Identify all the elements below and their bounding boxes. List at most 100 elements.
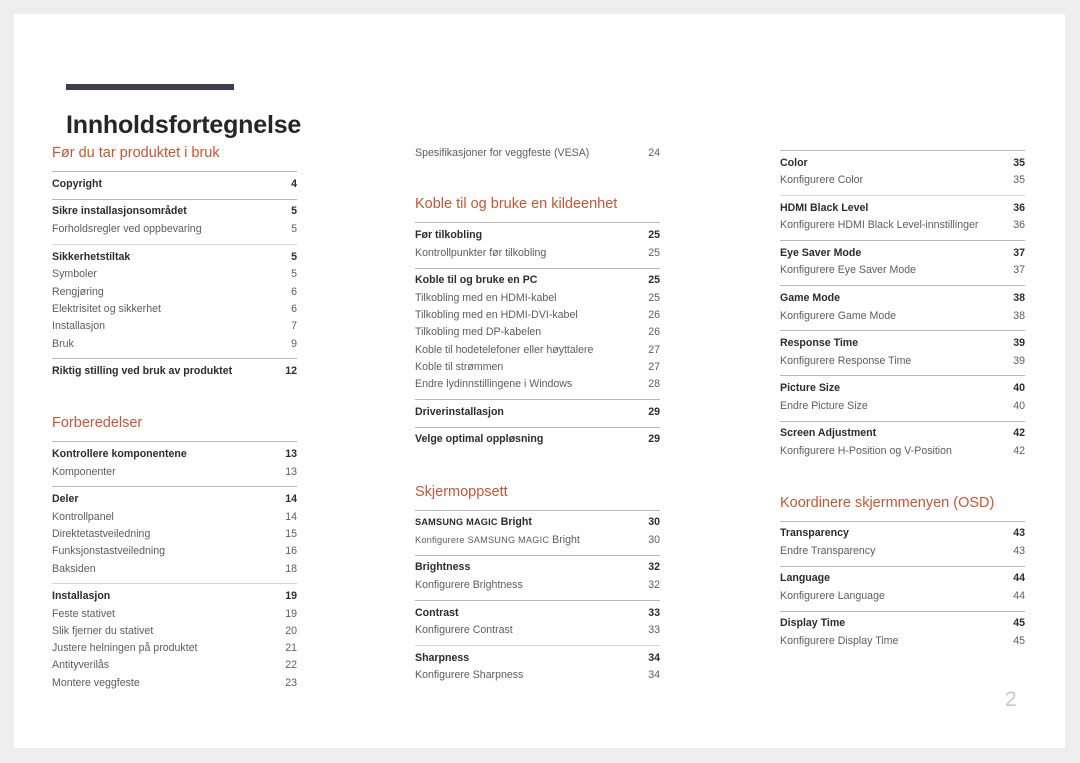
toc-entry-page: 33 [648,606,660,619]
toc-entry-sub[interactable]: Endre Picture Size 40 [780,397,1025,414]
toc-entry-main[interactable]: Driverinstallasjon 29 [415,403,660,421]
toc-entry-main[interactable]: Display Time 45 [780,615,1025,633]
toc-entry-main[interactable]: Riktig stilling ved bruk av produktet 12 [52,362,297,380]
toc-section-heading: Skjermoppsett [415,483,508,500]
toc-entry-main[interactable]: Velge optimal oppløsning 29 [415,431,660,449]
toc-entry-label: Sharpness [415,651,470,664]
toc-entry-sub[interactable]: Elektrisitet og sikkerhet 6 [52,300,297,317]
toc-entry-sub[interactable]: Kontrollpanel 14 [52,508,297,525]
toc-entry-sub[interactable]: Komponenter 13 [52,463,297,480]
toc-entry-main[interactable]: Color 35 [780,154,1025,172]
toc-entry-sub[interactable]: Konfigurere Color 35 [780,172,1025,189]
toc-entry-page: 27 [648,343,660,356]
toc-entry-label: Tilkobling med en HDMI-DVI-kabel [415,309,578,322]
toc-entry-sub[interactable]: Justere helningen på produktet 21 [52,640,297,657]
toc-group: Screen Adjustment 42 Konfigurere H-Positio… [780,420,1025,460]
toc-group: Driverinstallasjon 29 [415,399,660,421]
toc-entry-label: Spesifikasjoner for veggfeste (VESA) [415,146,590,159]
toc-entry-main[interactable]: Eye Saver Mode 37 [780,244,1025,262]
toc-entry-page: 37 [1013,264,1025,277]
toc-entry-sub[interactable]: Konfigurere Response Time 39 [780,352,1025,369]
toc-entry-label: Montere veggfeste [52,676,140,689]
toc-entry-sub[interactable]: Tilkobling med DP-kabelen 26 [415,324,660,341]
toc-entry-main[interactable]: Response Time 39 [780,334,1025,352]
toc-entry-sub[interactable]: Tilkobling med en HDMI-DVI-kabel 26 [415,307,660,324]
toc-entry-sub[interactable]: Konfigurere SAMSUNG MAGIC Bright 30 [415,532,660,549]
toc-entry-page: 6 [291,285,297,298]
toc-entry-sub[interactable]: Konfigurere Brightness 32 [415,577,660,594]
toc-entry-main[interactable]: Language 44 [780,570,1025,588]
toc-entry-main[interactable]: Sharpness 34 [415,649,660,667]
toc-entry-main[interactable]: Kontrollere komponentene 13 [52,445,297,463]
toc-entry-sub[interactable]: Konfigurere H-Position og V-Position 42 [780,442,1025,459]
toc-entry-page: 27 [648,361,660,373]
toc-entry-main[interactable]: SAMSUNG MAGIC Bright 30 [415,514,660,532]
toc-entry-main[interactable]: Copyright 4 [52,175,297,193]
toc-entry-sub[interactable]: Slik fjerner du stativet 20 [52,622,297,639]
toc-entry-label: Kontrollere komponentene [52,447,187,460]
toc-column-3: Color 35 Konfigurere Color 35 HDMI Black Lev… [780,144,1025,650]
toc-entry-sub[interactable]: Bruk 9 [52,335,297,352]
toc-entry-sub[interactable]: Endre lydinnstillingene i Windows 28 [415,376,660,393]
toc-entry-label: Riktig stilling ved bruk av produktet [52,364,233,377]
toc-entry-sub[interactable]: Konfigurere Sharpness 34 [415,667,660,684]
toc-entry-main[interactable]: Transparency 43 [780,525,1025,543]
toc-entry-main[interactable]: Før tilkobling 25 [415,226,660,244]
toc-group: Sikkerhetstiltak 5 Symboler 5 Rengjøring 6 Ele… [52,244,297,352]
toc-entry-sub[interactable]: Rengjøring 6 [52,283,297,300]
toc-entry-page: 38 [1013,291,1025,304]
toc-entry-sub[interactable]: Konfigurere HDMI Black Level-innstilling… [780,217,1025,234]
toc-entry-main[interactable]: Sikkerhetstiltak 5 [52,248,297,266]
toc-entry-sub[interactable]: Konfigurere Display Time 45 [780,633,1025,650]
toc-entry-sub[interactable]: Feste stativet 19 [52,605,297,622]
toc-entry-main[interactable]: Screen Adjustment 42 [780,425,1025,443]
toc-entry-main[interactable]: HDMI Black Level 36 [780,199,1025,217]
toc-group: Deler 14 Kontrollpanel 14 Direktetastveiledn… [52,486,297,577]
toc-entry-page: 29 [648,405,660,418]
toc-entry-sub[interactable]: Tilkobling med en HDMI-kabel 25 [415,289,660,306]
toc-entry-main[interactable]: Picture Size 40 [780,379,1025,397]
toc-entry-page: 35 [1013,174,1025,187]
toc-entry-page: 40 [1013,381,1025,394]
toc-entry-page: 43 [1013,545,1025,558]
toc-entry-page: 19 [285,589,297,602]
toc-entry-label: Koble til og bruke en PC [415,274,538,287]
toc-entry-page: 25 [648,274,660,287]
toc-entry-main[interactable]: Sikre installasjonsområdet 5 [52,203,297,221]
toc-entry-sub[interactable]: Montere veggfeste 23 [52,674,297,691]
toc-entry-sub[interactable]: Symboler 5 [52,266,297,283]
toc-entry-main[interactable]: Brightness 32 [415,559,660,577]
toc-entry-sub[interactable]: Installasjon 7 [52,318,297,335]
toc-entry-sub[interactable]: Konfigurere Game Mode 38 [780,307,1025,324]
toc-entry-sub[interactable]: Baksiden 18 [52,560,297,577]
toc-entry-main[interactable]: Installasjon 19 [52,587,297,605]
toc-entry-sub[interactable]: Funksjonstastveiledning 16 [52,543,297,560]
toc-entry-sub[interactable]: Koble til strømmen 27 [415,359,660,376]
toc-entry-label: Konfigurere Language [780,590,885,603]
toc-entry-sub[interactable]: Koble til hodetelefoner eller høyttalere… [415,341,660,358]
toc-entry-page: 20 [285,624,297,637]
toc-column-2: Spesifikasjoner for veggfeste (VESA) 24 Ko… [415,144,660,684]
toc-entry-sub[interactable]: Konfigurere Language 44 [780,588,1025,605]
toc-entry-label: Konfigurere Response Time [780,354,912,367]
toc-entry-sub[interactable]: Direktetastveiledning 15 [52,525,297,542]
toc-entry-sub[interactable]: Endre Transparency 43 [780,543,1025,560]
toc-entry-main[interactable]: Game Mode 38 [780,289,1025,307]
toc-entry-sub[interactable]: Forholdsregler ved oppbevaring 5 [52,221,297,238]
toc-entry-label: Konfigurere Sharpness [415,669,524,682]
toc-entry-main[interactable]: Koble til og bruke en PC 25 [415,272,660,290]
toc-entry-main[interactable]: Contrast 33 [415,604,660,622]
toc-entry-page: 44 [1013,572,1025,585]
toc-section-heading: Koble til og bruke en kildeenhet [415,196,618,213]
toc-entry-sub[interactable]: Spesifikasjoner for veggfeste (VESA) 24 [415,144,660,161]
toc-entry-label: Forholdsregler ved oppbevaring [52,223,202,236]
toc-entry-sub[interactable]: Antityverilås 22 [52,657,297,674]
toc-entry-sub[interactable]: Konfigurere Contrast 33 [415,622,660,639]
toc-entry-sub[interactable]: Kontrollpunkter før tilkobling 25 [415,244,660,261]
toc-entry-page: 14 [285,492,297,505]
toc-entry-label: Picture Size [780,381,841,394]
toc-entry-sub[interactable]: Konfigurere Eye Saver Mode 37 [780,262,1025,279]
toc-entry-main[interactable]: Deler 14 [52,490,297,508]
toc-group: Display Time 45 Konfigurere Display Time 45 [780,610,1025,650]
toc-entry-page: 36 [1013,201,1025,214]
